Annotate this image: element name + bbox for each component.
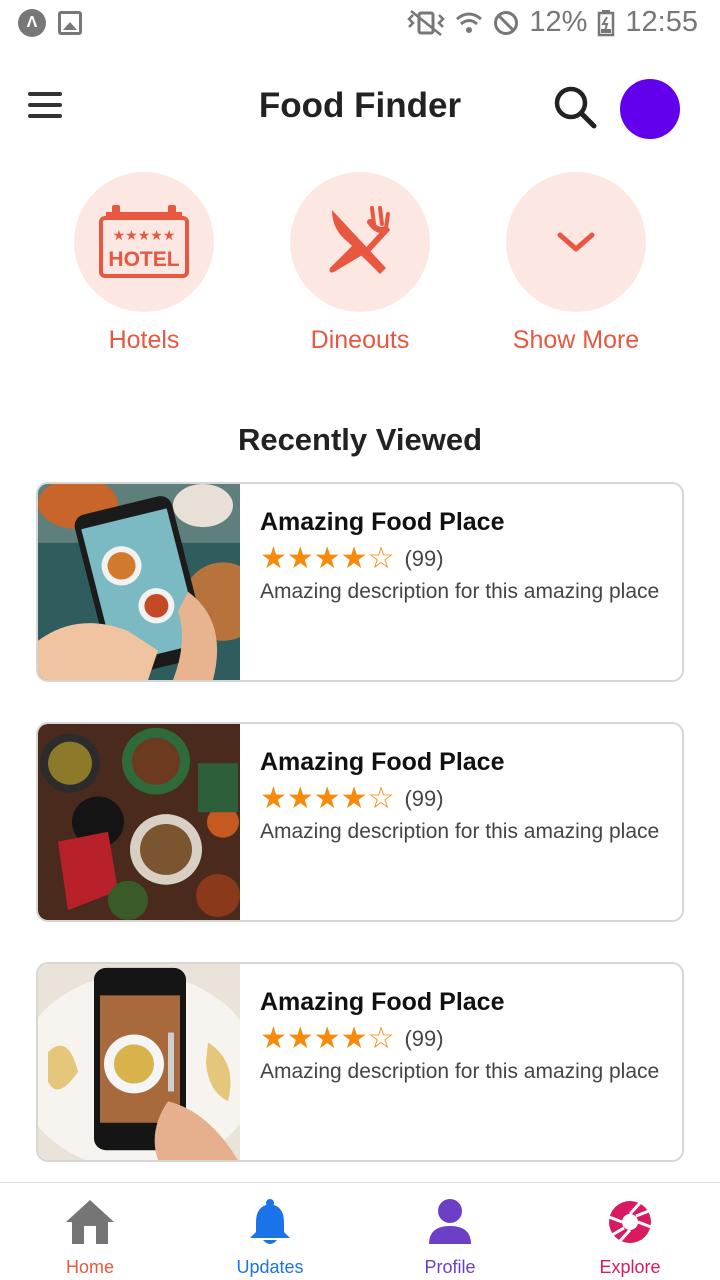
- rating: ★★★★☆ (99): [260, 783, 662, 815]
- star-rating-icon: ★★★★☆: [260, 542, 395, 575]
- person-icon: [423, 1195, 477, 1249]
- aperture-icon: [603, 1195, 657, 1249]
- wifi-icon: [456, 12, 483, 33]
- nav-updates[interactable]: Updates: [180, 1183, 360, 1280]
- category-hotels[interactable]: ★★★★★ HOTEL Hotels: [44, 172, 244, 355]
- nav-label: Explore: [599, 1257, 661, 1277]
- card-body: Amazing Food Place ★★★★☆ (99) Amazing de…: [260, 988, 662, 1084]
- home-icon: [63, 1195, 117, 1249]
- app-bar: Food Finder: [0, 60, 720, 156]
- place-description: Amazing description for this amazing pla…: [260, 1060, 660, 1083]
- do-not-disturb-icon: [494, 10, 519, 35]
- category-label: Show More: [512, 326, 640, 354]
- place-title: Amazing Food Place: [260, 748, 505, 776]
- rating-count: (99): [404, 786, 444, 811]
- image-notification-icon: [58, 11, 82, 35]
- nav-explore[interactable]: Explore: [540, 1183, 720, 1280]
- search-icon[interactable]: [552, 84, 598, 130]
- bottom-navigation: Home Updates Profile Explore: [0, 1182, 720, 1280]
- nav-label: Profile: [424, 1257, 476, 1277]
- place-card[interactable]: Amazing Food Place ★★★★☆ (99) Amazing de…: [36, 722, 684, 922]
- place-image: [38, 724, 240, 920]
- chevron-down-icon: [506, 172, 646, 312]
- notification-icons: Λ: [18, 9, 82, 37]
- nav-label: Home: [65, 1257, 114, 1277]
- nav-home[interactable]: Home: [0, 1183, 180, 1280]
- rating: ★★★★☆ (99): [260, 543, 662, 575]
- bell-icon: [243, 1195, 297, 1249]
- place-title: Amazing Food Place: [260, 988, 505, 1016]
- hotel-sign-icon: ★★★★★ HOTEL: [74, 172, 214, 312]
- place-title: Amazing Food Place: [260, 508, 505, 536]
- star-rating-icon: ★★★★☆: [260, 1022, 395, 1055]
- card-body: Amazing Food Place ★★★★☆ (99) Amazing de…: [260, 748, 662, 844]
- app-title: Food Finder: [258, 86, 462, 125]
- card-body: Amazing Food Place ★★★★☆ (99) Amazing de…: [260, 508, 662, 604]
- place-image: [38, 964, 240, 1160]
- rating: ★★★★☆ (99): [260, 1023, 662, 1055]
- status-bar: Λ 12% 12:55: [0, 0, 720, 48]
- vibrate-icon: [407, 9, 446, 36]
- category-label: Hotels: [108, 326, 180, 354]
- clock: 12:55: [625, 6, 698, 38]
- rating-count: (99): [404, 1026, 444, 1051]
- place-description: Amazing description for this amazing pla…: [260, 820, 660, 843]
- category-dineouts[interactable]: Dineouts: [260, 172, 460, 355]
- place-card[interactable]: Amazing Food Place ★★★★☆ (99) Amazing de…: [36, 962, 684, 1162]
- nav-profile[interactable]: Profile: [360, 1183, 540, 1280]
- svg-text:★★★★★: ★★★★★: [113, 228, 176, 244]
- svg-text:HOTEL: HOTEL: [108, 248, 179, 271]
- place-description: Amazing description for this amazing pla…: [260, 580, 660, 603]
- fork-knife-icon: [290, 172, 430, 312]
- category-label: Dineouts: [310, 326, 410, 354]
- star-rating-icon: ★★★★☆: [260, 782, 395, 815]
- nav-label: Updates: [236, 1257, 304, 1277]
- section-title: Recently Viewed: [237, 422, 483, 457]
- rating-count: (99): [404, 546, 444, 571]
- avatar[interactable]: [620, 79, 680, 139]
- battery-percent: 12%: [529, 6, 588, 38]
- category-show-more[interactable]: Show More: [476, 172, 676, 355]
- system-status: 12% 12:55: [407, 6, 698, 39]
- app-notification-icon: Λ: [18, 9, 46, 37]
- place-card[interactable]: Amazing Food Place ★★★★☆ (99) Amazing de…: [36, 482, 684, 682]
- place-image: [38, 484, 240, 680]
- battery-icon: [598, 9, 615, 36]
